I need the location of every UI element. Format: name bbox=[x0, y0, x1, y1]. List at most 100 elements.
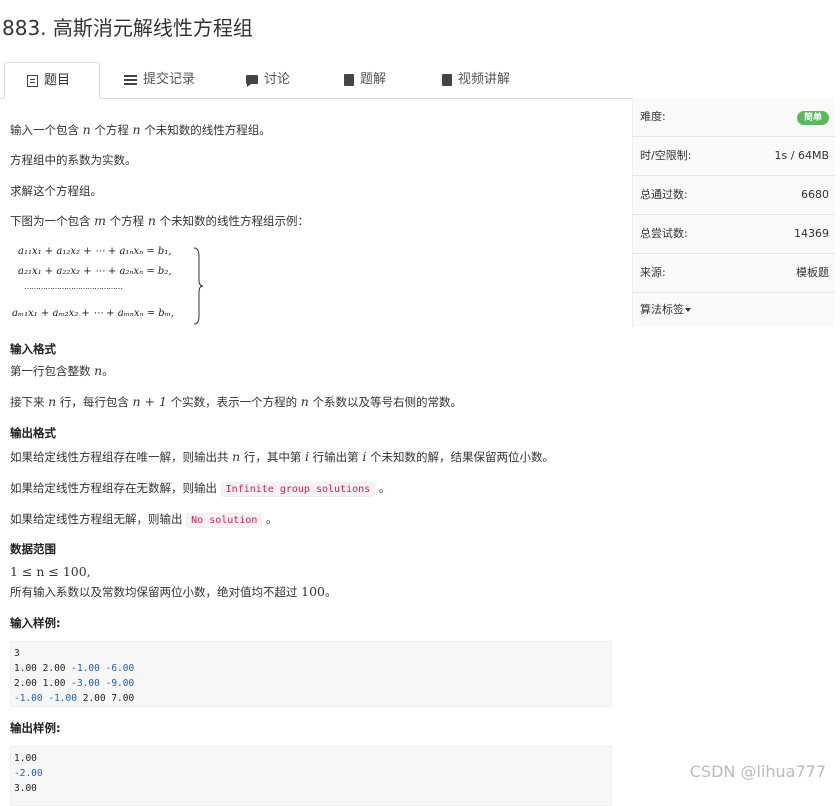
list-icon bbox=[124, 74, 137, 85]
output-format-line: 如果给定线性方程组无解，则输出 No solution 。 bbox=[10, 511, 278, 528]
tab-submissions[interactable]: 提交记录 bbox=[116, 62, 203, 98]
math-number: 100 bbox=[301, 584, 326, 599]
info-row-passed: 总通过数: 6680 bbox=[633, 176, 835, 215]
tab-video[interactable]: 视频讲解 bbox=[434, 62, 518, 98]
algorithm-tags-toggle[interactable]: 算法标签 bbox=[633, 293, 835, 327]
info-label: 总通过数: bbox=[640, 188, 688, 201]
info-row-difficulty: 难度: 简单 bbox=[633, 98, 835, 137]
problem-info-panel: 难度: 简单 时/空限制: 1s / 64MB 总通过数: 6680 总尝试数:… bbox=[632, 98, 835, 327]
text: 个方程 bbox=[106, 214, 148, 228]
text: 个未知数的线性方程组示例： bbox=[155, 214, 310, 228]
text: 个实数，表示一个方程的 bbox=[166, 395, 301, 409]
description-line: 下图为一个包含 m 个方程 n 个未知数的线性方程组示例： bbox=[10, 213, 309, 229]
info-row-attempts: 总尝试数: 14369 bbox=[633, 215, 835, 254]
code-line: 1.00 bbox=[14, 753, 37, 764]
text: 下图为一个包含 bbox=[10, 214, 95, 228]
comment-icon bbox=[246, 75, 258, 87]
text: 行输出第 bbox=[309, 450, 363, 464]
description-line: 求解这个方程组。 bbox=[10, 184, 102, 198]
text: 个未知数的解，结果保留两位小数。 bbox=[366, 450, 554, 464]
difficulty-badge: 简单 bbox=[796, 111, 829, 125]
text: 。 bbox=[102, 364, 114, 378]
watermark: CSDN @lihua777 bbox=[689, 762, 826, 781]
math-var: n bbox=[82, 122, 91, 137]
range-line: 所有输入系数以及常数均保留两位小数，绝对值均不超过 100。 bbox=[10, 584, 337, 600]
equation-row: a₁₁x₁ + a₁₂x₂ + ⋯ + a₁ₙxₙ = b₁, bbox=[18, 246, 172, 257]
inline-code: Infinite group solutions bbox=[220, 482, 376, 497]
text: 如果给定线性方程组无解，则输出 bbox=[10, 512, 187, 526]
section-heading: 输出样例: bbox=[10, 721, 61, 735]
equation-row: a₂₁x₁ + a₂₂x₂ + ⋯ + a₂ₙxₙ = b₂, bbox=[18, 266, 172, 277]
right-brace bbox=[193, 247, 204, 325]
text: 如果给定线性方程组存在唯一解，则输出共 bbox=[10, 450, 233, 464]
tab-solutions[interactable]: 题解 bbox=[336, 62, 394, 98]
book-icon bbox=[344, 73, 354, 86]
text: 接下来 bbox=[10, 395, 49, 409]
equation-row: ⋯⋯⋯⋯⋯⋯⋯⋯⋯⋯⋯⋯⋯⋯ bbox=[24, 284, 123, 293]
tab-label: 视频讲解 bbox=[458, 72, 511, 87]
text: 所有输入系数以及常数均保留两位小数，绝对值均不超过 bbox=[10, 585, 302, 599]
code-line: 3 bbox=[14, 648, 20, 659]
math-var: m bbox=[94, 213, 107, 228]
description-line: 输入一个包含 n 个方程 n 个未知数的线性方程组。 bbox=[10, 122, 271, 138]
math-var: n bbox=[147, 213, 156, 228]
math-var: n bbox=[48, 394, 57, 409]
caret-down-icon bbox=[685, 308, 691, 312]
equation-row: aₘ₁x₁ + aₘ₂x₂ + ⋯ + aₘₙxₙ = bₘ, bbox=[12, 308, 175, 319]
info-value: 1s / 64MB bbox=[774, 149, 829, 162]
tab-label: 讨论 bbox=[264, 72, 291, 87]
info-row-limit: 时/空限制: 1s / 64MB bbox=[633, 137, 835, 176]
equation-system-image: a₁₁x₁ + a₁₂x₂ + ⋯ + a₁ₙxₙ = b₁, a₂₁x₁ + … bbox=[12, 246, 208, 326]
text: 第一行包含整数 bbox=[10, 364, 95, 378]
code-line: -2.00 bbox=[14, 768, 43, 779]
section-heading: 输入样例: bbox=[10, 616, 61, 630]
code-line: 2.00 1.00 -3.00 -9.00 bbox=[14, 678, 135, 689]
info-label: 时/空限制: bbox=[640, 149, 692, 162]
info-row-source: 来源: 模板题 bbox=[633, 254, 835, 293]
description-line: 方程组中的系数为实数。 bbox=[10, 153, 137, 167]
code-line: 1.00 2.00 -1.00 -6.00 bbox=[14, 663, 135, 674]
source-link[interactable]: 模板题 bbox=[796, 254, 829, 292]
tab-label: 题解 bbox=[360, 72, 387, 87]
tab-problem[interactable]: 题目 bbox=[4, 62, 100, 99]
info-label: 来源: bbox=[640, 266, 666, 279]
text: 。 bbox=[325, 585, 337, 599]
tab-label: 题目 bbox=[44, 73, 71, 88]
math-var: n bbox=[300, 394, 309, 409]
info-value: 14369 bbox=[794, 227, 829, 240]
math-expr: n + 1 bbox=[132, 394, 167, 409]
tab-bar: 题目 提交记录 讨论 题解 视频讲解 bbox=[0, 62, 632, 99]
range-expression: 1 ≤ n ≤ 100, bbox=[10, 564, 91, 579]
text: 个未知数的线性方程组。 bbox=[140, 123, 271, 137]
text: 个系数以及等号右侧的常数。 bbox=[308, 395, 462, 409]
sample-input-block[interactable]: 3 1.00 2.00 -1.00 -6.00 2.00 1.00 -3.00 -9… bbox=[10, 641, 612, 707]
section-heading: 输出格式 bbox=[10, 426, 56, 440]
text: 个方程 bbox=[90, 123, 133, 137]
section-heading: 输入格式 bbox=[10, 342, 56, 356]
info-label: 总尝试数: bbox=[640, 227, 688, 240]
tab-discussion[interactable]: 讨论 bbox=[238, 62, 298, 98]
code-line: -1.00 -1.00 2.00 7.00 bbox=[14, 693, 135, 704]
book-icon bbox=[442, 73, 452, 86]
document-icon bbox=[27, 74, 38, 87]
tab-label: 提交记录 bbox=[143, 72, 196, 87]
text: 输入一个包含 bbox=[10, 123, 83, 137]
text: 。 bbox=[375, 481, 391, 495]
page-title: 883. 高斯消元解线性方程组 bbox=[2, 16, 253, 40]
text: 行，每行包含 bbox=[56, 395, 133, 409]
output-format-line: 如果给定线性方程组存在无数解，则输出 Infinite group soluti… bbox=[10, 480, 391, 497]
text: 如果给定线性方程组存在无数解，则输出 bbox=[10, 481, 221, 495]
sample-output-block[interactable]: 1.00 -2.00 3.00 bbox=[10, 746, 612, 806]
text: 行，其中第 bbox=[240, 450, 306, 464]
math-var: n bbox=[232, 449, 241, 464]
input-format-line: 第一行包含整数 n。 bbox=[10, 363, 114, 379]
info-label: 算法标签 bbox=[640, 303, 684, 316]
text: 。 bbox=[262, 512, 278, 526]
info-value: 6680 bbox=[801, 188, 829, 201]
inline-code: No solution bbox=[186, 513, 263, 528]
math-var: n bbox=[94, 363, 103, 378]
info-label: 难度: bbox=[640, 110, 666, 123]
math-var: n bbox=[132, 122, 141, 137]
output-format-line: 如果给定线性方程组存在唯一解，则输出共 n 行，其中第 i 行输出第 i 个未知… bbox=[10, 449, 554, 465]
section-heading: 数据范围 bbox=[10, 542, 56, 556]
